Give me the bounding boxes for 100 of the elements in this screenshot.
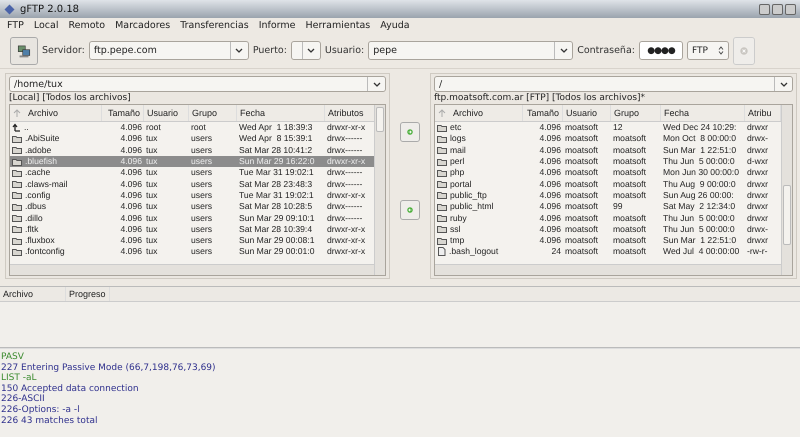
table-cell-text: moatsoft	[564, 224, 599, 235]
table-cell-text: 4.096	[538, 190, 562, 201]
column-heading[interactable]: Grupo	[611, 105, 661, 121]
user-field[interactable]: pepe	[368, 41, 574, 60]
file-row[interactable]: .bash_logout 24 moatsoft moatsoft Wed Jul 4 00:00:00 -rw-r-	[435, 246, 781, 258]
vertical-scrollbar[interactable]	[781, 105, 792, 275]
table-cell-text: drwx------	[326, 201, 364, 212]
column-heading[interactable]: Fecha	[661, 105, 745, 121]
menu-item[interactable]: Local	[28, 20, 64, 31]
menu-item[interactable]: Marcadores	[110, 20, 176, 31]
table-cell-text: 4.096	[538, 122, 562, 134]
file-row[interactable]: .fontconfig 4.096 tux users Sun Mar 29 00:01:0 drwxr-xr-x	[10, 246, 374, 258]
table-cell-text: 4.096	[119, 212, 143, 224]
table-cell-text: moatsoft	[564, 178, 599, 190]
file-row[interactable]: etc 4.096 moatsoft 12 Wed Dec 24 10:29: drwxr	[435, 122, 781, 134]
log-line: LIST -aL	[1, 373, 38, 384]
table-cell-text: tux	[145, 178, 158, 190]
file-row[interactable]: .dillo 4.096 tux users Sun Mar 29 09:10:1 drwx------	[10, 212, 374, 224]
table-cell-text: drwxr-xr-x	[326, 156, 366, 168]
file-row[interactable]: portal 4.096 moatsoft moatsoft Thu Aug 9 00:00:0 drwxr	[435, 178, 781, 190]
column-heading[interactable]: Fecha	[237, 105, 325, 121]
table-cell-text: Thu Jun 5 00:00:0	[662, 224, 736, 235]
file-row[interactable]: .cache 4.096 tux users Tue Mar 31 19:02:1 drwx------	[10, 167, 374, 178]
stop-button[interactable]	[732, 36, 755, 64]
file-row[interactable]: tmp 4.096 moatsoft moatsoft Sun Mar 1 22:51:0 drwxr	[435, 234, 781, 246]
user-label: Usuario:	[324, 45, 364, 56]
table-cell-text: tux	[145, 144, 158, 156]
column-heading[interactable]: Usuario	[144, 105, 189, 121]
table-cell-text: Tue Mar 31 19:02:1	[238, 190, 315, 201]
file-name: .claws-mail	[25, 178, 68, 190]
upload-button[interactable]	[400, 122, 420, 142]
table-cell-text: drwxr-xr-x	[326, 122, 366, 134]
protocol-select[interactable]: FTP	[686, 41, 729, 60]
table-cell-text: drwxr	[746, 122, 770, 134]
table-cell-text: moatsoft	[612, 212, 647, 224]
table-cell-text: 99	[612, 201, 624, 212]
path-field[interactable]: /	[434, 76, 793, 92]
column-heading[interactable]: Archivo	[0, 287, 66, 301]
column-heading[interactable]: Tamaño	[102, 105, 144, 121]
file-row[interactable]: .AbiSuite 4.096 tux users Wed Apr 8 15:39:1 drwx------	[10, 133, 374, 145]
table-cell-text: moatsoft	[564, 167, 599, 178]
maximize-button[interactable]	[772, 4, 783, 14]
column-heading[interactable]: Progreso	[66, 287, 110, 301]
menu-item[interactable]: Remoto	[63, 20, 110, 31]
table-cell-text: moatsoft	[612, 156, 647, 168]
table-cell-text: 4.096	[538, 224, 562, 235]
file-row[interactable]: .adobe 4.096 tux users Sat Mar 28 10:41:2 drwx------	[10, 144, 374, 156]
table-cell-text: moatsoft	[564, 190, 599, 201]
file-row[interactable]: .claws-mail 4.096 tux users Sat Mar 28 23:48:3 drwx------	[10, 178, 374, 190]
port-field[interactable]	[290, 41, 321, 60]
sort-arrow-icon	[438, 109, 446, 117]
password-field[interactable]: ●●●●	[638, 41, 683, 60]
menu-item[interactable]: Herramientas	[300, 20, 376, 31]
column-heading[interactable]: Grupo	[189, 105, 237, 121]
up-arrow-icon	[12, 123, 21, 132]
file-row[interactable]: public_html 4.096 moatsoft 99 Sat May 2 12:34:0 drwxr	[435, 201, 781, 212]
menu-item[interactable]: Informe	[254, 20, 301, 31]
sort-arrow-icon	[13, 109, 21, 117]
table-cell-text: drwxr-xr-x	[326, 246, 366, 258]
horizontal-scrollbar[interactable]	[10, 264, 374, 275]
file-row[interactable]: public_ftp 4.096 moatsoft moatsoft Sun Aug 26 00:00: drwxr	[435, 190, 781, 202]
server-field[interactable]: ftp.pepe.com	[88, 41, 249, 60]
column-heading[interactable]: Archivo	[435, 105, 523, 121]
file-row[interactable]: .. 4.096 root root Wed Apr 1 18:39:3 drwxr-xr-x	[10, 122, 374, 134]
vertical-scrollbar[interactable]	[374, 105, 385, 275]
column-heading[interactable]: Tamaño	[523, 105, 563, 121]
file-row[interactable]: .dbus 4.096 tux users Sat Mar 28 10:28:5 drwx------	[10, 201, 374, 212]
close-button[interactable]	[785, 4, 796, 14]
table-cell-text: 4.096	[119, 235, 143, 246]
table-cell-text: Wed Apr 8 15:39:1	[238, 133, 314, 144]
table-cell-text: 4.096	[119, 167, 143, 178]
file-row[interactable]: perl 4.096 moatsoft moatsoft Thu Jun 5 00:00:0 d-wxr	[435, 156, 781, 168]
path-field[interactable]: /home/tux	[9, 76, 386, 92]
connect-button[interactable]	[10, 36, 38, 64]
spinner-arrows-icon	[718, 46, 724, 55]
horizontal-scrollbar[interactable]	[435, 264, 781, 275]
table-cell-text: moatsoft	[564, 235, 599, 246]
menu-item[interactable]: Ayuda	[375, 20, 415, 31]
file-row[interactable]: ssl 4.096 moatsoft moatsoft Thu Jun 5 00:00:0 drwx-	[435, 224, 781, 235]
menu-item[interactable]: Transferencias	[175, 20, 254, 31]
file-row[interactable]: php 4.096 moatsoft moatsoft Mon Jun 30 00:00:0 drwxr	[435, 167, 781, 178]
column-heading[interactable]: Usuario	[563, 105, 611, 121]
file-name: .fltk	[25, 224, 38, 235]
file-row[interactable]: .config 4.096 tux users Tue Mar 31 19:02:1 drwxr-xr-x	[10, 190, 374, 202]
download-button[interactable]	[400, 200, 420, 220]
file-row[interactable]: mail 4.096 moatsoft moatsoft Sun Mar 1 22:51:0 drwxr	[435, 144, 781, 156]
file-row[interactable]: ruby 4.096 moatsoft moatsoft Thu Jun 5 00:00:0 drwxr	[435, 212, 781, 224]
table-cell-text: moatsoft	[564, 122, 599, 134]
column-heading[interactable]: Archivo	[10, 105, 102, 121]
table-cell-text: users	[190, 212, 214, 224]
table-cell-text: Thu Aug 9 00:00:0	[662, 178, 737, 190]
minimize-button[interactable]	[759, 4, 770, 14]
table-cell-text: tux	[145, 201, 158, 212]
file-row[interactable]: .fluxbox 4.096 tux users Sun Mar 29 00:08:1 drwxr-xr-x	[10, 234, 374, 246]
file-row[interactable]: logs 4.096 moatsoft moatsoft Mon Oct 8 00:00:0 drwx-	[435, 133, 781, 145]
table-cell-text: Sun Mar 29 16:22:0	[238, 156, 316, 168]
table-cell-text: drwxr-xr-x	[326, 190, 366, 201]
file-row[interactable]: .fltk 4.096 tux users Sat Mar 28 10:39:4 drwxr-xr-x	[10, 224, 374, 235]
menu-item[interactable]: FTP	[2, 20, 29, 31]
file-name: mail	[450, 144, 466, 156]
